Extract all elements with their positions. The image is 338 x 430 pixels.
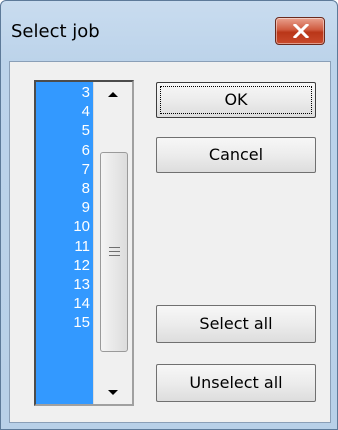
vertical-scrollbar[interactable] (93, 82, 132, 404)
scroll-down-button[interactable] (102, 382, 124, 402)
select-all-button-label: Select all (199, 314, 273, 333)
cancel-button[interactable]: Cancel (156, 137, 316, 173)
list-item[interactable]: 11 (36, 237, 93, 256)
list-item[interactable]: 13 (36, 275, 93, 294)
close-button[interactable] (275, 17, 325, 45)
list-item[interactable]: 7 (36, 160, 93, 179)
window-title: Select job (11, 21, 100, 42)
list-item[interactable]: 14 (36, 294, 93, 313)
list-item[interactable]: 10 (36, 217, 93, 236)
list-item[interactable]: 5 (36, 121, 93, 140)
select-all-button[interactable]: Select all (156, 305, 316, 343)
job-list-items: 3 4 5 6 7 8 9 10 11 12 13 14 15 (36, 82, 93, 404)
arrow-up-icon (108, 92, 118, 97)
list-item[interactable]: 9 (36, 198, 93, 217)
unselect-all-button-label: Unselect all (189, 373, 283, 392)
list-item[interactable]: 3 (36, 83, 93, 102)
grip-icon (109, 247, 120, 256)
unselect-all-button[interactable]: Unselect all (156, 364, 316, 402)
list-item[interactable]: 4 (36, 102, 93, 121)
close-icon (293, 24, 309, 38)
list-item[interactable]: 12 (36, 256, 93, 275)
list-item[interactable]: 15 (36, 313, 93, 332)
scroll-thumb[interactable] (100, 152, 128, 352)
select-job-dialog: Select job 3 4 5 6 7 8 9 10 11 12 13 14 15 (0, 0, 338, 430)
dialog-body: 3 4 5 6 7 8 9 10 11 12 13 14 15 OK Cance… (9, 61, 331, 423)
list-item[interactable]: 8 (36, 179, 93, 198)
title-bar[interactable]: Select job (1, 1, 337, 61)
focus-rectangle (160, 86, 312, 114)
list-item[interactable]: 6 (36, 141, 93, 160)
ok-button[interactable]: OK (156, 82, 316, 118)
job-listbox[interactable]: 3 4 5 6 7 8 9 10 11 12 13 14 15 (34, 80, 134, 406)
cancel-button-label: Cancel (208, 145, 264, 164)
scroll-up-button[interactable] (102, 84, 124, 104)
arrow-down-icon (108, 390, 118, 395)
